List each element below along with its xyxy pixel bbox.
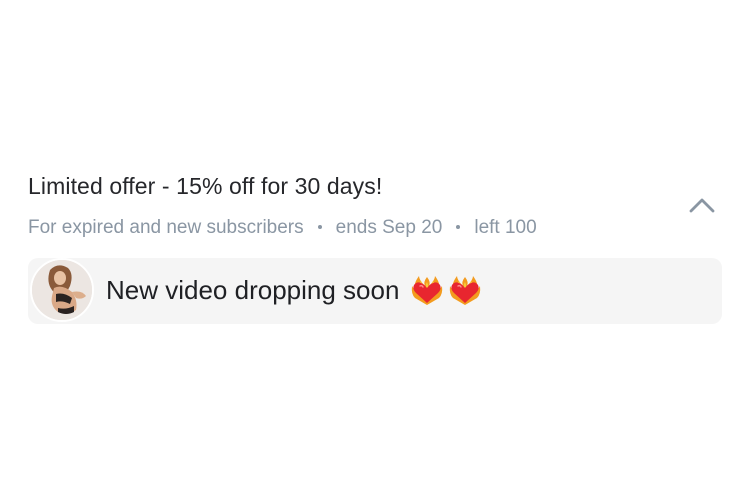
offer-end-date: ends Sep 20 (335, 217, 443, 238)
offer-title: Limited offer - 15% off for 30 days! (28, 173, 383, 199)
separator-dot (317, 225, 322, 229)
chevron-up-icon (689, 198, 715, 213)
offer-remaining-count: left 100 (474, 217, 537, 238)
offer-meta: For expired and new subscribers ends Sep… (28, 217, 537, 239)
message-text-row: New video dropping soon (106, 274, 481, 306)
offer-header: Limited offer - 15% off for 30 days! For… (28, 173, 728, 243)
heart-on-fire-icon (450, 276, 481, 305)
subscription-offer-panel: Limited offer - 15% off for 30 days! For… (0, 0, 750, 500)
offer-audience: For expired and new subscribers (28, 217, 304, 238)
message-text: New video dropping soon (106, 274, 400, 305)
heart-on-fire-icon (412, 276, 443, 305)
separator-dot (456, 225, 461, 229)
collapse-button[interactable] (684, 190, 720, 220)
offer-message-card: New video dropping soon (28, 258, 722, 324)
avatar[interactable] (30, 258, 94, 322)
